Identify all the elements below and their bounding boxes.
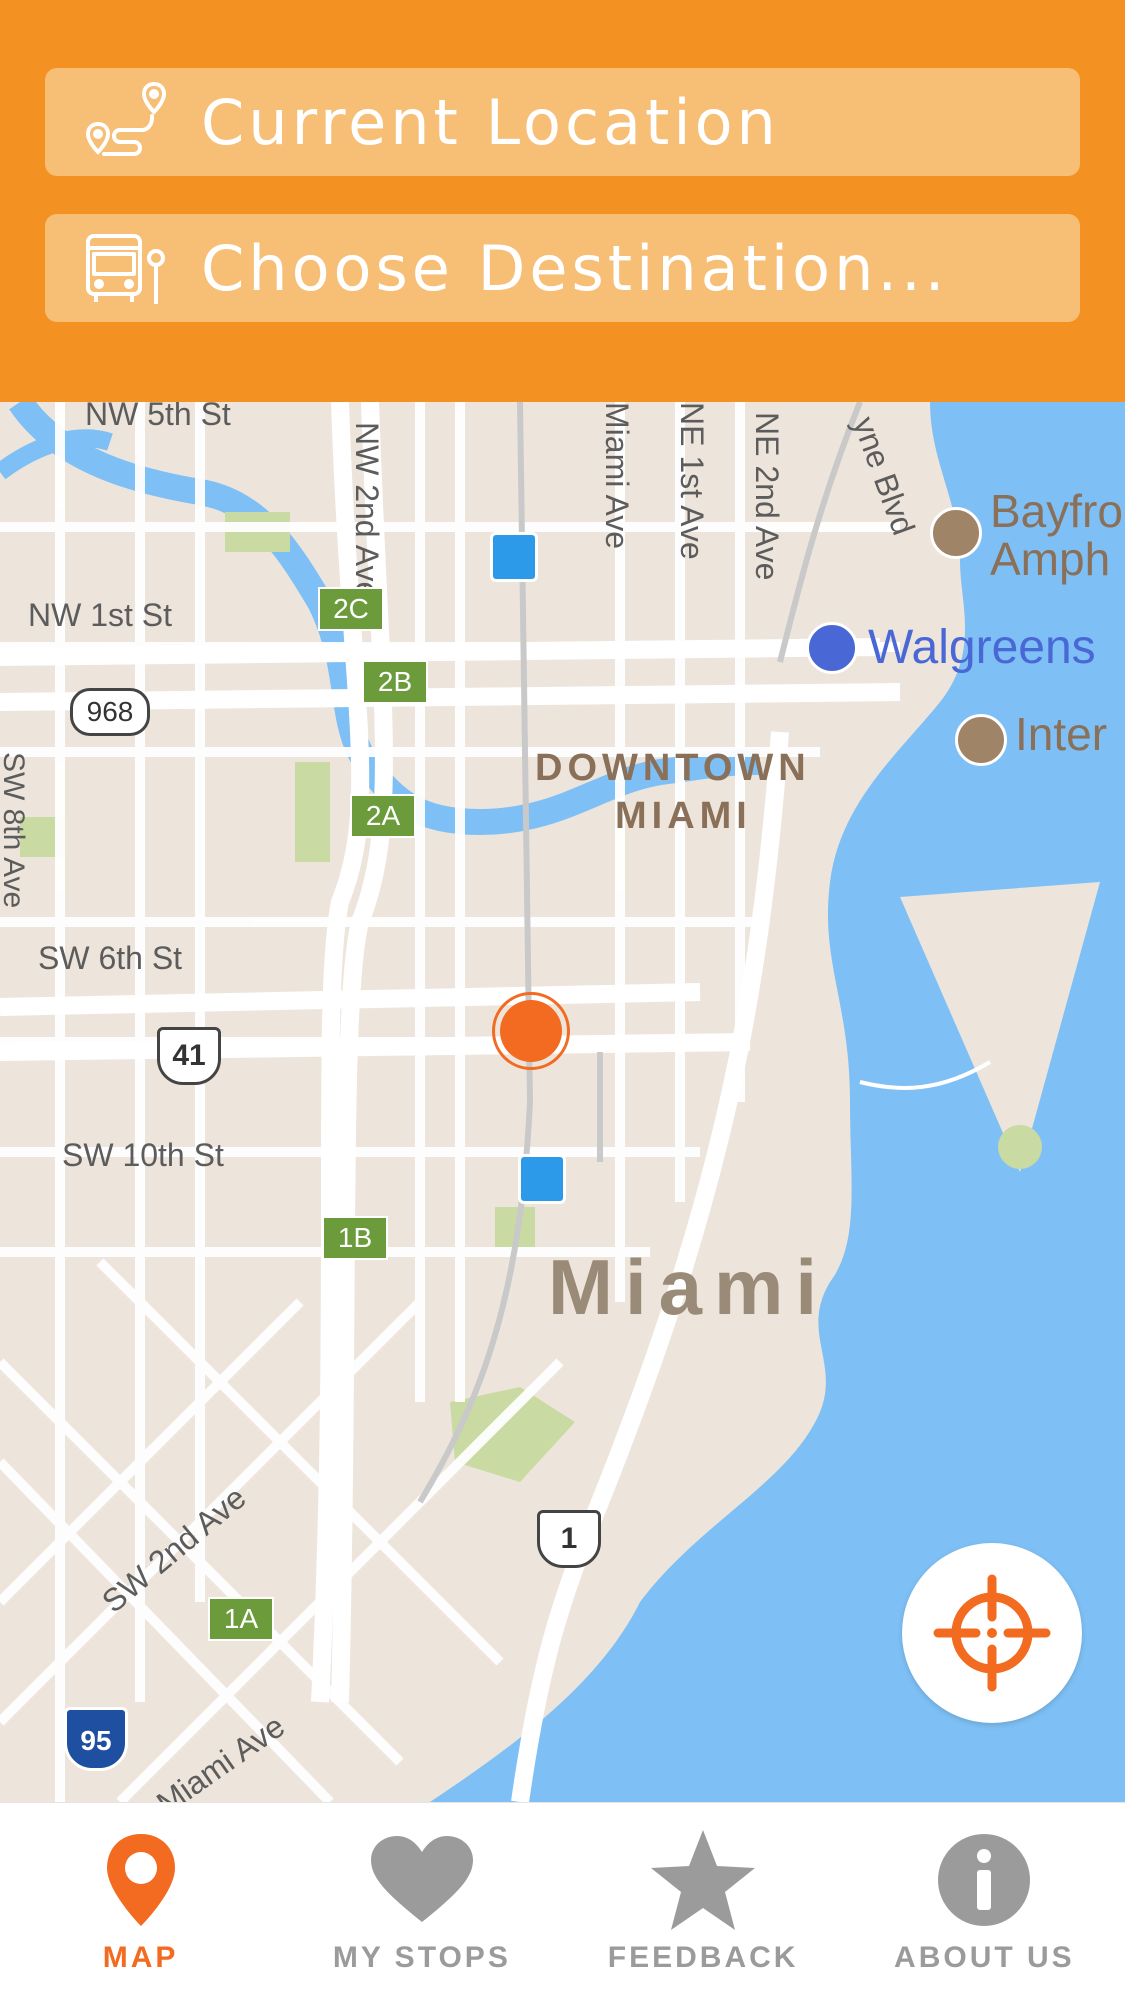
heart-icon — [367, 1825, 477, 1935]
origin-field[interactable]: Current Location — [45, 68, 1080, 176]
label-walgreens: Walgreens — [868, 621, 1096, 674]
route-shield-1: 1 — [537, 1510, 601, 1568]
tab-label: MY STOPS — [332, 1941, 511, 1974]
info-icon — [936, 1825, 1032, 1935]
tab-about-us[interactable]: ABOUT US — [844, 1803, 1125, 2001]
label-downtown: DOWNTOWN — [535, 747, 811, 789]
route-pin-icon — [81, 77, 171, 167]
current-location-dot — [500, 1000, 562, 1062]
exit-badge: 1A — [208, 1597, 274, 1641]
hotel-poi-icon[interactable] — [955, 714, 1007, 766]
bus-stop-marker-icon[interactable] — [490, 532, 538, 582]
interstate-shield-95: 95 — [64, 1707, 128, 1771]
label-nw5: NW 5th St — [85, 402, 231, 432]
label-nw1: NW 1st St — [28, 597, 173, 633]
label-ne2ave: NE 2nd Ave — [749, 412, 785, 581]
label-nw2ave: NW 2nd Ave — [349, 422, 385, 600]
amphitheater-poi-icon[interactable] — [930, 507, 982, 559]
label-bayfront-2: Amph — [990, 533, 1111, 585]
exit-badge: 2A — [350, 794, 416, 838]
route-shield-968: 968 — [70, 688, 150, 736]
tab-label: FEEDBACK — [607, 1941, 799, 1974]
label-sw10: SW 10th St — [62, 1137, 224, 1173]
current-location-marker — [492, 992, 570, 1070]
tab-map[interactable]: MAP — [0, 1803, 281, 2001]
recenter-button[interactable] — [902, 1543, 1082, 1723]
destination-label: Choose Destination... — [201, 231, 949, 305]
tab-bar: MAP MY STOPS FEEDBACK ABOUT US — [0, 1802, 1125, 2001]
walgreens-poi-icon[interactable] — [806, 622, 858, 674]
exit-badge: 1B — [322, 1216, 388, 1260]
label-bayfront-1: Bayfro — [990, 485, 1123, 537]
tab-my-stops[interactable]: MY STOPS — [281, 1803, 562, 2001]
exit-badge: 2C — [318, 587, 384, 631]
label-miami-ave-n: Miami Ave — [599, 402, 635, 550]
destination-field[interactable]: Choose Destination... — [45, 214, 1080, 322]
route-shield-41: 41 — [157, 1027, 221, 1085]
bus-stop-marker-icon[interactable] — [518, 1154, 566, 1204]
label-sw8: SW 8th Ave — [0, 752, 30, 909]
tab-feedback[interactable]: FEEDBACK — [563, 1803, 844, 2001]
map-pin-icon — [101, 1825, 181, 1935]
bus-stop-icon — [81, 223, 171, 313]
trip-planner-header: Current Location Choose Destination... — [0, 0, 1125, 402]
label-downtown-miami: MIAMI — [615, 795, 752, 837]
app-root: Current Location Choose Destination... N… — [0, 0, 1125, 2001]
crosshair-icon — [933, 1574, 1051, 1692]
label-city: Miami — [548, 1243, 830, 1331]
label-inter: Inter — [1015, 708, 1108, 760]
label-ne1ave: NE 1st Ave — [674, 402, 710, 560]
origin-label: Current Location — [201, 85, 780, 159]
exit-badge: 2B — [362, 660, 428, 704]
star-icon — [649, 1825, 757, 1935]
tab-label: MAP — [102, 1941, 179, 1974]
tab-label: ABOUT US — [894, 1941, 1075, 1974]
label-sw6: SW 6th St — [38, 940, 183, 976]
